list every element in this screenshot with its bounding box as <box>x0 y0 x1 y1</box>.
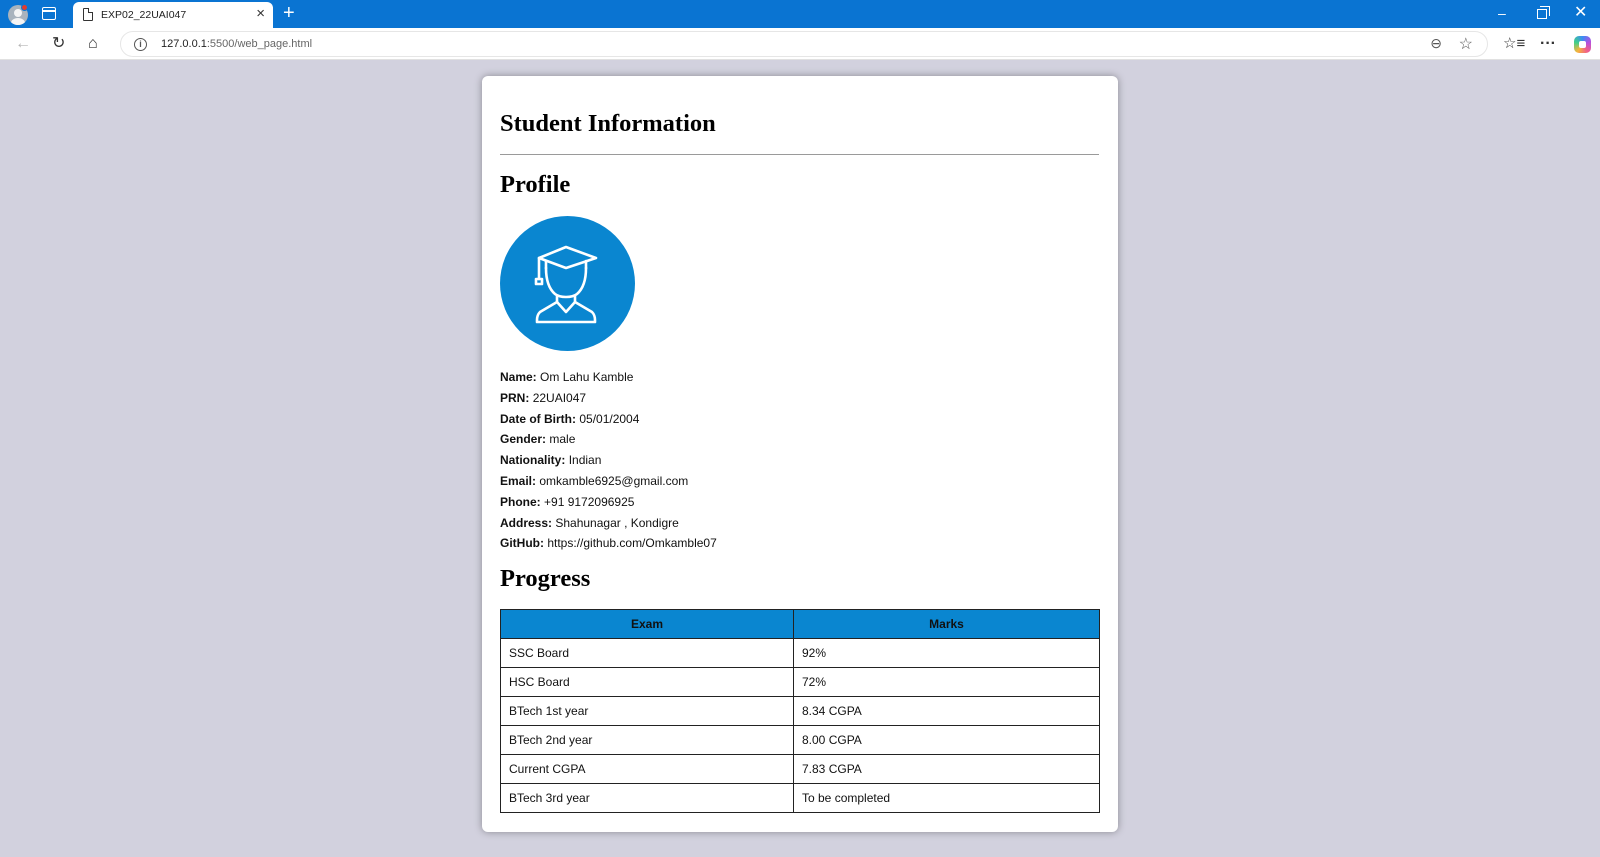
tab-actions-icon[interactable] <box>42 7 56 20</box>
exam-cell: BTech 1st year <box>500 696 794 726</box>
profile-row-email: Email: omkamble6925@gmail.com <box>500 473 717 494</box>
marks-cell: 8.34 CGPA <box>793 696 1100 726</box>
restore-icon[interactable] <box>1537 6 1550 19</box>
exam-cell: BTech 3rd year <box>500 783 794 813</box>
field-value: omkamble6925@gmail.com <box>539 473 689 488</box>
zoom-icon[interactable]: ⊖ <box>1430 35 1442 52</box>
browser-titlebar: EXP02_22UAI047 × + – ✕ <box>0 0 1600 28</box>
back-arrow-icon[interactable]: ← <box>15 34 31 54</box>
divider <box>500 154 1099 155</box>
marks-cell: 8.00 CGPA <box>793 725 1100 755</box>
field-label: GitHub: <box>500 536 544 551</box>
tab-title: EXP02_22UAI047 <box>101 9 187 21</box>
profile-row-nationality: Nationality: Indian <box>500 452 717 473</box>
browser-navbar: ← ↻ ⌂ i 127.0.0.1:5500/web_page.html ⊖ ☆… <box>0 28 1600 60</box>
graduate-student-icon <box>500 216 635 351</box>
exam-cell: HSC Board <box>500 667 794 697</box>
field-label: Phone: <box>500 494 541 509</box>
profile-row-dob: Date of Birth: 05/01/2004 <box>500 411 717 432</box>
marks-cell: 92% <box>793 638 1100 668</box>
field-label: Gender: <box>500 432 547 447</box>
field-label: Address: <box>500 515 553 530</box>
field-value: Shahunagar , Kondigre <box>555 515 679 530</box>
notification-dot <box>21 4 28 11</box>
table-row: BTech 3rd year To be completed <box>500 783 1100 813</box>
profile-details: Name: Om Lahu Kamble PRN: 22UAI047 Date … <box>500 369 717 556</box>
document-icon <box>83 8 93 21</box>
new-tab-icon[interactable]: + <box>283 2 295 24</box>
field-value: 22UAI047 <box>532 390 587 405</box>
field-label: Name: <box>500 370 537 384</box>
progress-table: Exam Marks SSC Board 92% HSC Board 72% BTe… <box>500 609 1100 813</box>
table-row: HSC Board 72% <box>500 667 1100 697</box>
profile-row-phone: Phone: +91 9172096925 <box>500 494 717 515</box>
field-value: male <box>549 432 576 447</box>
exam-cell: SSC Board <box>500 638 794 668</box>
table-row: BTech 2nd year 8.00 CGPA <box>500 725 1100 755</box>
url-host: 127.0.0.1 <box>161 38 207 50</box>
table-header-row: Exam Marks <box>500 609 1100 639</box>
marks-cell: To be completed <box>793 783 1100 813</box>
favorite-star-icon[interactable]: ☆ <box>1459 34 1473 54</box>
profile-row-gender: Gender: male <box>500 431 717 452</box>
url-path: :5500/web_page.html <box>206 38 313 50</box>
window-close-icon[interactable]: ✕ <box>1574 5 1587 21</box>
marks-cell: 7.83 CGPA <box>793 754 1100 784</box>
profile-row-name: Name: Om Lahu Kamble <box>500 369 717 390</box>
copilot-icon[interactable] <box>1574 36 1591 53</box>
field-value: +91 9172096925 <box>544 494 635 509</box>
profile-row-prn: PRN: 22UAI047 <box>500 390 717 411</box>
field-label: Date of Birth: <box>500 411 576 426</box>
field-value: Indian <box>568 453 602 468</box>
field-value: https://github.com/Omkamble07 <box>547 536 717 551</box>
minimize-icon[interactable]: – <box>1498 5 1506 21</box>
table-row: Current CGPA 7.83 CGPA <box>500 754 1100 784</box>
table-row: BTech 1st year 8.34 CGPA <box>500 696 1100 726</box>
table-row: SSC Board 92% <box>500 638 1100 668</box>
marks-cell: 72% <box>793 667 1100 697</box>
more-options-icon[interactable]: ··· <box>1540 34 1556 54</box>
browser-tab-active[interactable]: EXP02_22UAI047 × <box>73 2 273 28</box>
profile-row-address: Address: Shahunagar , Kondigre <box>500 515 717 536</box>
tab-close-icon[interactable]: × <box>256 6 265 22</box>
reload-icon[interactable]: ↻ <box>52 34 65 54</box>
profile-heading: Profile <box>500 171 571 198</box>
column-header-exam: Exam <box>500 609 794 639</box>
site-info-icon[interactable]: i <box>134 38 147 51</box>
field-label: Email: <box>500 473 537 488</box>
address-bar[interactable]: i 127.0.0.1:5500/web_page.html ⊖ ☆ <box>120 31 1488 57</box>
exam-cell: Current CGPA <box>500 754 794 784</box>
home-icon[interactable]: ⌂ <box>88 34 98 54</box>
progress-heading: Progress <box>500 565 591 592</box>
field-value: Om Lahu Kamble <box>540 370 634 384</box>
favorites-icon[interactable]: ☆≡ <box>1503 34 1525 54</box>
column-header-marks: Marks <box>793 609 1100 639</box>
profile-row-github: GitHub: https://github.com/Omkamble07 <box>500 535 717 556</box>
field-value: 05/01/2004 <box>579 411 640 426</box>
exam-cell: BTech 2nd year <box>500 725 794 755</box>
student-card: Student Information Profile Name: Om Lah… <box>482 76 1118 832</box>
field-label: Nationality: <box>500 453 566 468</box>
page-title: Student Information <box>500 110 716 137</box>
url-text[interactable]: 127.0.0.1:5500/web_page.html <box>161 38 312 50</box>
field-label: PRN: <box>500 390 530 405</box>
